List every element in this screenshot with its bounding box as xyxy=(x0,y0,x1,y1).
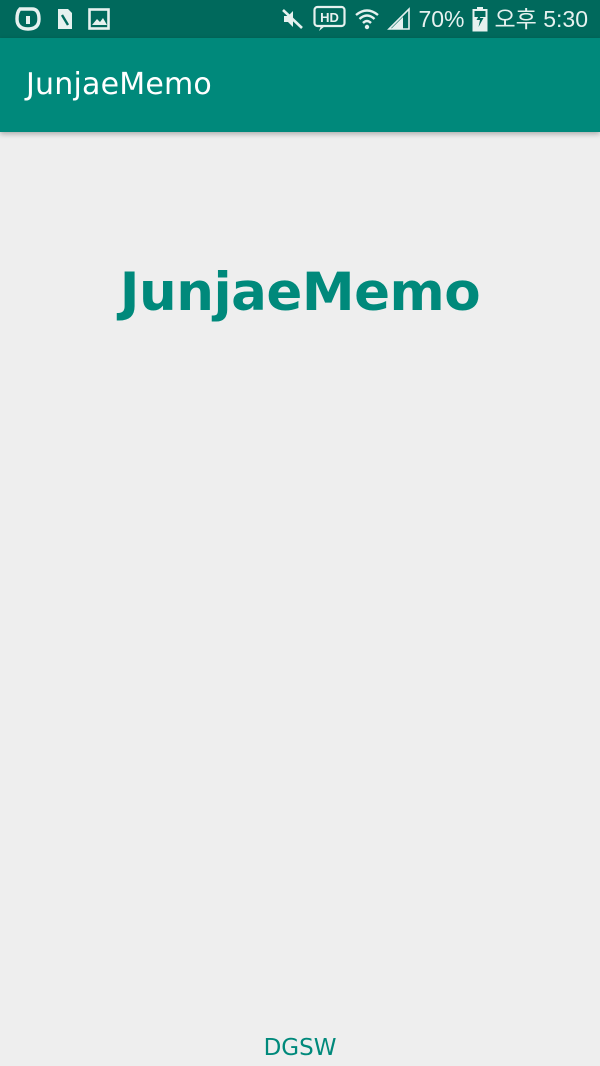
footer-label: DGSW xyxy=(263,1035,337,1061)
app-toolbar: JunjaeMemo xyxy=(0,38,600,132)
signal-icon xyxy=(387,7,411,31)
main-heading: JunjaeMemo xyxy=(119,262,481,323)
battery-percentage: 70% xyxy=(418,6,465,32)
hd-voice-icon: HD xyxy=(313,5,347,33)
sim-card-icon xyxy=(56,7,74,31)
mute-icon xyxy=(280,7,306,31)
image-icon xyxy=(88,8,110,30)
clock: 오후 5:30 xyxy=(494,6,588,32)
status-bar: HD 70% 오후 5:30 xyxy=(0,0,600,38)
wifi-icon xyxy=(354,7,380,31)
status-left-icons xyxy=(14,4,110,34)
battery-charging-icon xyxy=(472,6,488,32)
hd-label: HD xyxy=(321,10,340,25)
status-right-icons: HD 70% 오후 5:30 xyxy=(280,4,588,34)
o-brand-icon xyxy=(14,6,42,32)
app-title: JunjaeMemo xyxy=(26,67,212,102)
